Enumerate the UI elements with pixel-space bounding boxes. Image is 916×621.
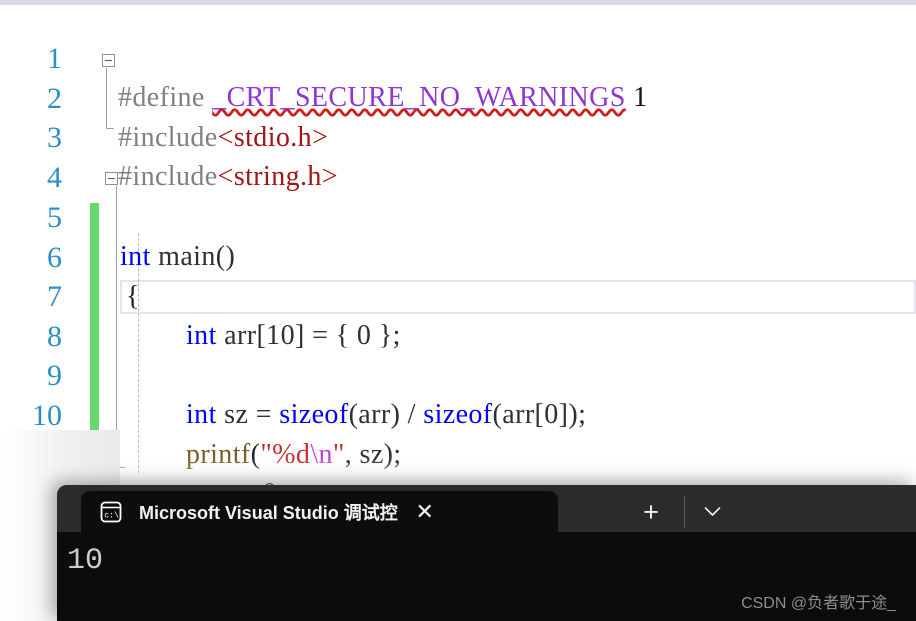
code-line-9[interactable]: 9 int sz = sizeof(arr) / sizeof(arr[0]); (0, 317, 916, 430)
code-line-8[interactable]: 8 (0, 278, 916, 353)
watermark-text: CSDN @负者歌于途_ (741, 595, 896, 612)
code-line-1[interactable]: 1 #define _CRT_SECURE_NO_WARNINGS 1 (0, 0, 916, 113)
code-line-3[interactable]: 3 #include<string.h> (0, 79, 916, 192)
terminal-output-area[interactable]: 10 CSDN @负者歌于途_ (57, 532, 916, 621)
toolbar-separator (684, 496, 685, 528)
code-line-5[interactable]: 5 int main() (0, 159, 916, 272)
code-line-4[interactable]: 4 (0, 119, 916, 194)
close-icon[interactable]: ✕ (412, 500, 438, 523)
chevron-down-icon[interactable] (698, 498, 726, 524)
terminal-window[interactable]: c:\ Microsoft Visual Studio 调试控 ✕ + 10 C… (57, 485, 916, 621)
terminal-output-text: 10 (67, 544, 104, 578)
terminal-tab-title: Microsoft Visual Studio 调试控 (139, 502, 398, 523)
terminal-tab-active[interactable]: c:\ Microsoft Visual Studio 调试控 ✕ (81, 491, 558, 532)
code-line-6[interactable]: 6 { (0, 199, 916, 312)
code-line-2[interactable]: 2 #include<stdio.h> (0, 40, 916, 153)
code-line-7[interactable]: 7 int arr[10] = { 0 }; (0, 238, 916, 351)
terminal-titlebar[interactable]: c:\ Microsoft Visual Studio 调试控 ✕ + (57, 485, 916, 532)
new-tab-button[interactable]: + (637, 499, 665, 526)
line-number: 12 (32, 478, 62, 511)
console-icon: c:\ (99, 500, 123, 524)
code-line-12[interactable]: 12 } (0, 436, 916, 549)
code-line-10[interactable]: 10 printf("%d\n", sz); (0, 357, 916, 470)
svg-text:c:\: c:\ (104, 510, 119, 520)
code-line-11[interactable]: 11 return 0; (0, 396, 916, 509)
